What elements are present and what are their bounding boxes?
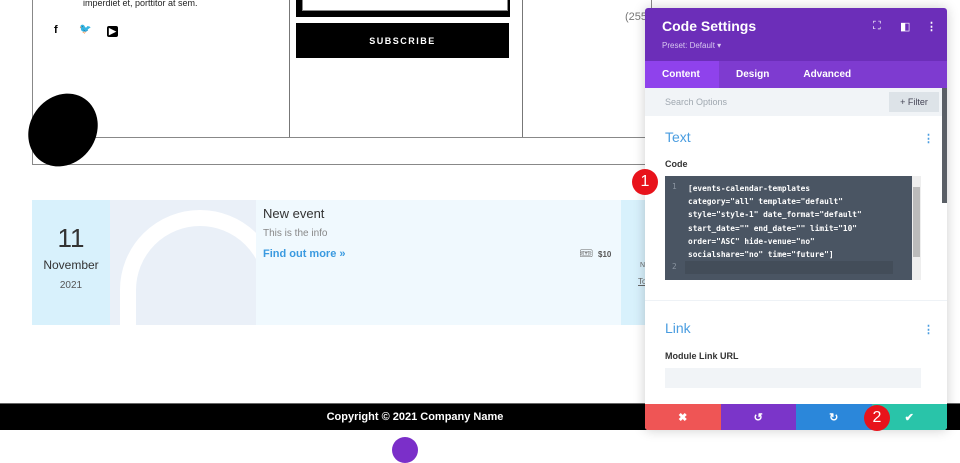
filter-button[interactable]: + Filter [889,92,939,112]
more-options-icon[interactable]: ⋮ [926,20,937,33]
cancel-button[interactable]: ✖ [645,404,721,430]
search-input[interactable]: Search Options [665,97,727,107]
event-info: This is the info [263,228,328,239]
code-settings-panel: Code Settings Preset: Default ▾ ⛶ ◧ ⋮ Co… [645,8,947,430]
column-divider [522,0,523,137]
phone-text: (255 [625,11,648,23]
youtube-icon[interactable]: ▶ [107,26,118,37]
module-link-url-label: Module Link URL [665,351,739,361]
code-scrollbar[interactable] [912,176,921,280]
event-image [110,200,256,325]
event-date: 11 November 2021 [32,200,110,325]
copyright-text: Copyright © 2021 Company Name [326,411,504,423]
panel-title: Code Settings [662,18,757,34]
event-month: November [43,258,99,272]
module-link-url-input[interactable] [665,368,921,388]
text-section-title[interactable]: Text [665,129,691,145]
annotation-badge-1: 1 [632,169,658,195]
section-menu-icon[interactable]: ⋮ [923,132,934,145]
facebook-icon[interactable]: f [54,24,58,36]
panel-actions: ✖ ↺ ↻ ✔ [645,404,947,430]
section-menu-icon[interactable]: ⋮ [923,323,934,336]
sidebar-toggle-icon[interactable]: ◧ [900,20,910,33]
ticket-icon: 🎟 [579,248,593,260]
event-day: 11 [57,223,85,253]
add-section-button[interactable] [392,437,418,463]
email-field[interactable] [302,0,508,11]
event-title[interactable]: New event [263,206,324,221]
next-event-card: N To [621,200,646,325]
find-out-more-link[interactable]: Find out more » [263,248,346,260]
code-editor[interactable]: 1 2 [events-calendar-templates category=… [665,176,921,280]
panel-tabs: Content Design Advanced [645,61,947,88]
annotation-badge-2: 2 [864,405,890,431]
fullscreen-icon[interactable]: ⛶ [873,20,881,33]
panel-header[interactable]: Code Settings Preset: Default ▾ ⛶ ◧ ⋮ [645,8,947,61]
preset-dropdown[interactable]: Preset: Default ▾ [662,41,721,50]
link-section-title[interactable]: Link [665,320,691,336]
row-divider [32,137,652,138]
line-number: 2 [672,262,677,271]
tab-advanced[interactable]: Advanced [786,61,868,88]
redo-button[interactable]: ↻ [796,404,872,430]
code-content[interactable]: [events-calendar-templates category="all… [688,182,862,261]
event-year: 2021 [59,280,83,291]
twitter-icon[interactable]: 🐦 [79,24,91,35]
event-price: $10 [598,250,612,259]
tab-content[interactable]: Content [645,61,719,88]
active-line [685,261,893,274]
search-options[interactable]: Search Options + Filter [645,88,947,116]
panel-scrollbar[interactable] [942,88,947,203]
about-text: imperdiet et, porttitor at sem. [83,0,198,8]
column-divider [289,0,290,137]
section-divider [645,300,947,301]
subscribe-button[interactable]: SUBSCRIBE [296,23,509,58]
code-label: Code [665,159,688,169]
line-number: 1 [672,182,677,191]
tab-design[interactable]: Design [719,61,786,88]
undo-button[interactable]: ↺ [720,404,796,430]
